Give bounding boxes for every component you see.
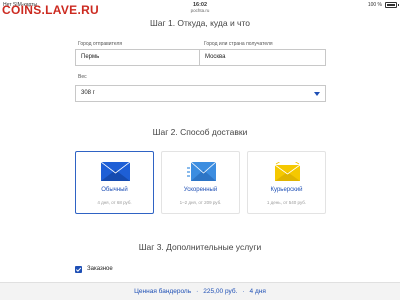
from-city-input[interactable]: Пермь: [75, 49, 201, 66]
step2-title: Шаг 2. Способ доставки: [152, 127, 248, 137]
chevron-down-icon: [314, 92, 320, 96]
weight-value: 308 г: [81, 90, 95, 96]
weight-select[interactable]: 308 г: [75, 85, 326, 102]
express-envelope-icon: [274, 162, 301, 181]
from-label: Город отправителя: [78, 41, 123, 47]
delivery-option-courier[interactable]: Курьерский 1 день, от 540 руб.: [247, 151, 326, 214]
order-summary-bar[interactable]: Ценная бандероль · 225,00 руб. · 4 дня: [0, 282, 400, 300]
to-city-input[interactable]: Москва: [199, 49, 326, 66]
delivery-option-title: Обычный: [101, 187, 128, 193]
delivery-option-regular[interactable]: Обычный 4 дня, от 68 руб.: [75, 151, 154, 214]
delivery-option-title: Ускоренный: [183, 187, 218, 193]
summary-price: 225,00 руб.: [203, 288, 238, 295]
separator: ·: [196, 288, 199, 295]
fast-envelope-icon: [187, 162, 216, 181]
step1-title: Шаг 1. Откуда, куда и что: [149, 18, 251, 28]
step3-title: Шаг 3. Дополнительные услуги: [138, 242, 262, 252]
summary-item: Ценная бандероль: [134, 288, 192, 295]
watermark: COINS.LAVE.RU: [2, 3, 100, 17]
delivery-option-subtitle: 4 дня, от 68 руб.: [97, 200, 132, 205]
battery-percent: 100 %: [367, 2, 382, 8]
delivery-option-title: Курьерский: [270, 187, 303, 193]
summary-duration: 4 дня: [249, 288, 266, 295]
registered-checkbox[interactable]: [75, 266, 82, 273]
delivery-option-fast[interactable]: Ускоренный 1–2 дня, от 209 руб.: [161, 151, 240, 214]
to-label: Город или страна получателя: [204, 41, 273, 47]
separator: ·: [242, 288, 245, 295]
weight-label: Вес: [78, 74, 87, 80]
envelope-icon: [101, 162, 130, 181]
registered-label: Заказное: [87, 266, 113, 272]
battery-icon: [385, 2, 399, 8]
delivery-option-subtitle: 1 день, от 540 руб.: [266, 200, 307, 205]
delivery-option-subtitle: 1–2 дня, от 209 руб.: [179, 200, 222, 205]
checkmark-icon: [75, 267, 82, 272]
